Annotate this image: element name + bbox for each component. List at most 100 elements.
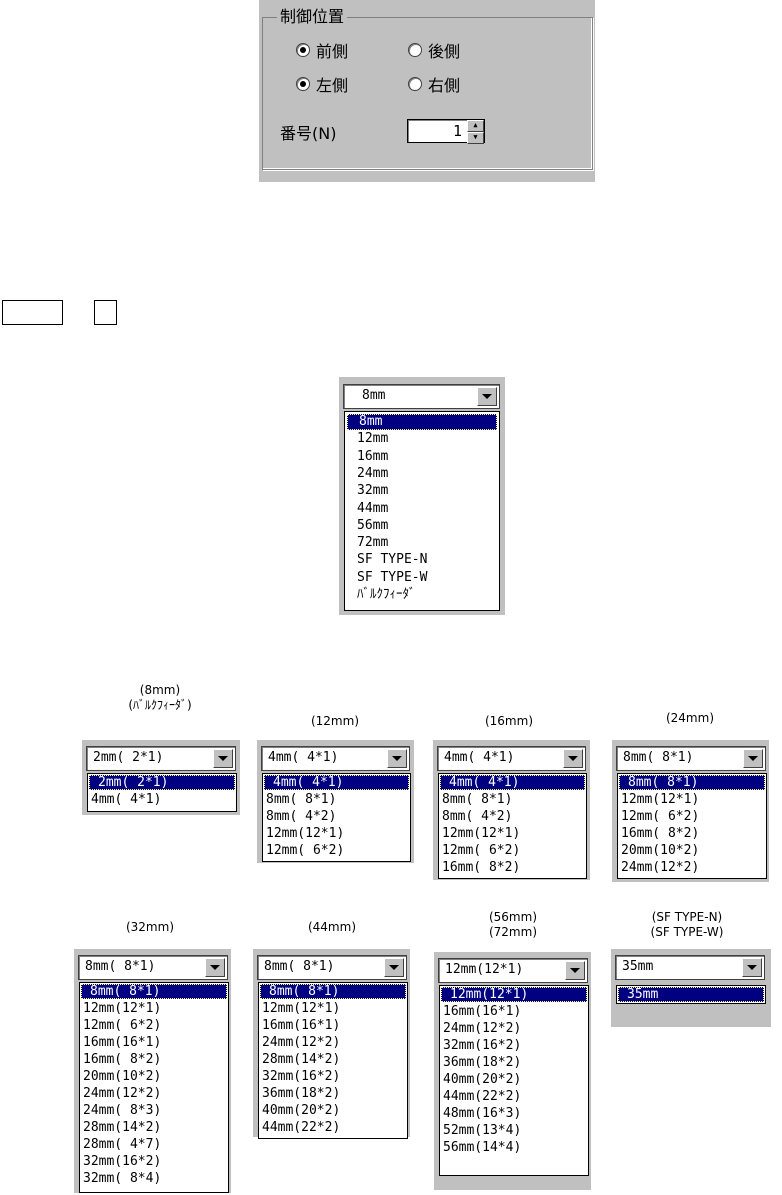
width-combo-item[interactable]: 56mm (347, 518, 497, 534)
pitch-combo-item[interactable]: 28mm(14*2) (260, 1052, 406, 1067)
width-combo-list[interactable]: 8mm 12mm 16mm 24mm 32mm 44mm 56mm 72mm SF TYPE-N… (344, 411, 500, 611)
radio-right[interactable]: 右側 (408, 72, 460, 96)
pitch-combo-item[interactable]: 20mm(10*2) (619, 843, 765, 858)
pitch-combo-item[interactable]: 8mm( 4*2) (440, 809, 585, 824)
pitch-combo-item[interactable]: 36mm(18*2) (260, 1086, 406, 1101)
pitch-combo-item[interactable]: 24mm(12*2) (260, 1035, 406, 1050)
pitch-combo-item[interactable]: 28mm( 4*7) (81, 1137, 227, 1152)
pitch-combo-list[interactable]: 4mm( 4*1) 8mm( 8*1) 8mm( 4*2) 12mm(12*1) 12m… (438, 773, 587, 879)
spin-buttons[interactable]: ▲ ▼ (467, 120, 484, 144)
pitch-combo-item[interactable]: 12mm(12*1) (264, 826, 409, 841)
pitch-combo-dropdown-icon[interactable] (743, 749, 763, 768)
pitch-combo-item[interactable]: 8mm( 8*1) (619, 775, 765, 790)
pitch-combo-item[interactable]: 20mm(10*2) (81, 1069, 227, 1084)
width-combo-item[interactable]: 44mm (347, 501, 497, 517)
radio-rear-indicator[interactable] (408, 43, 422, 57)
pitch-combo-dropdown-icon[interactable] (565, 961, 585, 980)
spin-down-icon[interactable]: ▼ (467, 132, 484, 144)
width-combo-item[interactable]: ﾊﾞﾙｸﾌｨｰﾀﾞ (347, 587, 497, 603)
radio-left[interactable]: 左側 (296, 72, 348, 96)
spin-up-icon[interactable]: ▲ (467, 120, 484, 132)
pitch-combo-item[interactable]: 48mm(16*3) (441, 1106, 587, 1121)
pitch-combo-field[interactable]: 4mm( 4*1) (437, 746, 586, 771)
pitch-combo-item[interactable]: 8mm( 8*1) (264, 792, 409, 807)
pitch-combo-item[interactable]: 8mm( 4*2) (264, 809, 409, 824)
pitch-combo-list[interactable]: 4mm( 4*1) 8mm( 8*1) 8mm( 4*2) 12mm(12*1) 12m… (262, 773, 411, 862)
pitch-combo-item[interactable]: 16mm(16*1) (81, 1035, 227, 1050)
pitch-combo-item[interactable]: 8mm( 8*1) (260, 984, 406, 999)
pitch-combo-item[interactable]: 52mm(13*4) (441, 1123, 587, 1138)
pitch-combo-item[interactable]: 44mm(22*2) (441, 1089, 587, 1104)
pitch-combo-item[interactable]: 4mm( 4*1) (440, 775, 585, 790)
pitch-combo-item[interactable]: 24mm( 8*3) (81, 1103, 227, 1118)
pitch-combo-item[interactable]: 12mm(12*1) (619, 792, 765, 807)
pitch-combo-item[interactable]: 28mm(14*2) (81, 1120, 227, 1135)
radio-front[interactable]: 前側 (296, 38, 348, 62)
radio-right-indicator[interactable] (408, 77, 422, 91)
pitch-combo-item[interactable]: 16mm(16*1) (441, 1004, 587, 1019)
pitch-combo-field[interactable]: 2mm( 2*1) (86, 746, 236, 771)
pitch-combo-dropdown-icon[interactable] (563, 749, 583, 768)
width-combo-dropdown-icon[interactable] (477, 387, 497, 406)
pitch-combo-item[interactable]: 12mm( 6*2) (81, 1018, 227, 1033)
pitch-combo-item[interactable]: 32mm(16*2) (260, 1069, 406, 1084)
pitch-combo-item[interactable]: 56mm(14*4) (441, 1140, 587, 1155)
pitch-combo-item[interactable]: 16mm( 8*2) (619, 826, 765, 841)
pitch-combo-field[interactable]: 12mm(12*1) (438, 958, 588, 983)
pitch-combo-item[interactable]: 24mm(12*2) (81, 1086, 227, 1101)
pitch-combo-item[interactable]: 16mm(16*1) (260, 1018, 406, 1033)
number-value[interactable]: 1 (453, 122, 462, 140)
pitch-combo-dropdown-icon[interactable] (742, 958, 762, 977)
pitch-combo-field[interactable]: 8mm( 8*1) (78, 955, 228, 980)
number-spinner[interactable]: 1 ▲ ▼ (407, 119, 485, 144)
width-combo-item[interactable]: 32mm (347, 483, 497, 499)
pitch-combo-item[interactable]: 2mm( 2*1) (89, 775, 235, 790)
width-combo-field[interactable]: 8mm (343, 384, 500, 409)
pitch-combo-item[interactable]: 32mm(16*2) (441, 1038, 587, 1053)
radio-left-indicator[interactable] (296, 77, 310, 91)
pitch-combo-list[interactable]: 12mm(12*1) 16mm(16*1) 24mm(12*2) 32mm(16*2)… (439, 985, 589, 1176)
pitch-combo-item[interactable]: 16mm( 8*2) (81, 1052, 227, 1067)
pitch-combo-item[interactable]: 8mm( 8*1) (81, 984, 227, 999)
pitch-combo-field[interactable]: 4mm( 4*1) (261, 746, 410, 771)
pitch-combo-field[interactable]: 8mm( 8*1) (616, 746, 766, 771)
pitch-combo-item[interactable]: 44mm(22*2) (260, 1120, 406, 1135)
pitch-combo-item[interactable]: 36mm(18*2) (441, 1055, 587, 1070)
pitch-combo-item[interactable]: 16mm( 8*2) (440, 860, 585, 875)
pitch-combo-field[interactable]: 8mm( 8*1) (257, 955, 407, 980)
pitch-combo-list[interactable]: 2mm( 2*1) 4mm( 4*1) (87, 773, 237, 812)
width-combo-item[interactable]: 24mm (347, 466, 497, 482)
pitch-combo-list[interactable]: 8mm( 8*1) 12mm(12*1) 12mm( 6*2) 16mm( 8*2) 2… (617, 773, 767, 879)
pitch-combo-item[interactable]: 12mm(12*1) (441, 987, 587, 1002)
pitch-combo-field[interactable]: 35mm (615, 955, 765, 980)
pitch-combo-item[interactable]: 24mm(12*2) (441, 1021, 587, 1036)
width-combo-item[interactable]: SF TYPE-W (347, 570, 497, 586)
pitch-combo-item[interactable]: 8mm( 8*1) (440, 792, 585, 807)
pitch-combo-item[interactable]: 40mm(20*2) (441, 1072, 587, 1087)
pitch-combo-item[interactable]: 32mm(16*2) (81, 1154, 227, 1169)
pitch-combo-list[interactable]: 35mm (616, 985, 766, 1004)
pitch-combo-item[interactable]: 32mm( 8*4) (81, 1171, 227, 1186)
pitch-combo-item[interactable]: 12mm(12*1) (440, 826, 585, 841)
radio-front-indicator[interactable] (296, 43, 310, 57)
pitch-combo-list[interactable]: 8mm( 8*1) 12mm(12*1) 12mm( 6*2) 16mm(16*1) 1… (79, 982, 229, 1193)
width-combo-item[interactable]: 16mm (347, 449, 497, 465)
pitch-combo-item[interactable]: 40mm(20*2) (260, 1103, 406, 1118)
radio-rear[interactable]: 後側 (408, 38, 460, 62)
pitch-combo-dropdown-icon[interactable] (387, 749, 407, 768)
pitch-combo-item[interactable]: 4mm( 4*1) (264, 775, 409, 790)
pitch-combo-dropdown-icon[interactable] (384, 958, 404, 977)
pitch-combo-item[interactable]: 35mm (618, 987, 764, 1002)
pitch-combo-list[interactable]: 8mm( 8*1) 12mm(12*1) 16mm(16*1) 24mm(12*2) 2… (258, 982, 408, 1139)
width-combo-item[interactable]: 8mm (347, 414, 497, 430)
pitch-combo-item[interactable]: 12mm(12*1) (81, 1001, 227, 1016)
pitch-combo-item[interactable]: 24mm(12*2) (619, 860, 765, 875)
pitch-combo-item[interactable]: 12mm( 6*2) (440, 843, 585, 858)
width-combo-item[interactable]: 72mm (347, 535, 497, 551)
pitch-combo-item[interactable]: 4mm( 4*1) (89, 792, 235, 807)
width-combo-item[interactable]: 12mm (347, 431, 497, 447)
width-combo-item[interactable]: SF TYPE-N (347, 552, 497, 568)
pitch-combo-dropdown-icon[interactable] (205, 958, 225, 977)
pitch-combo-item[interactable]: 12mm( 6*2) (619, 809, 765, 824)
pitch-combo-item[interactable]: 12mm( 6*2) (264, 843, 409, 858)
